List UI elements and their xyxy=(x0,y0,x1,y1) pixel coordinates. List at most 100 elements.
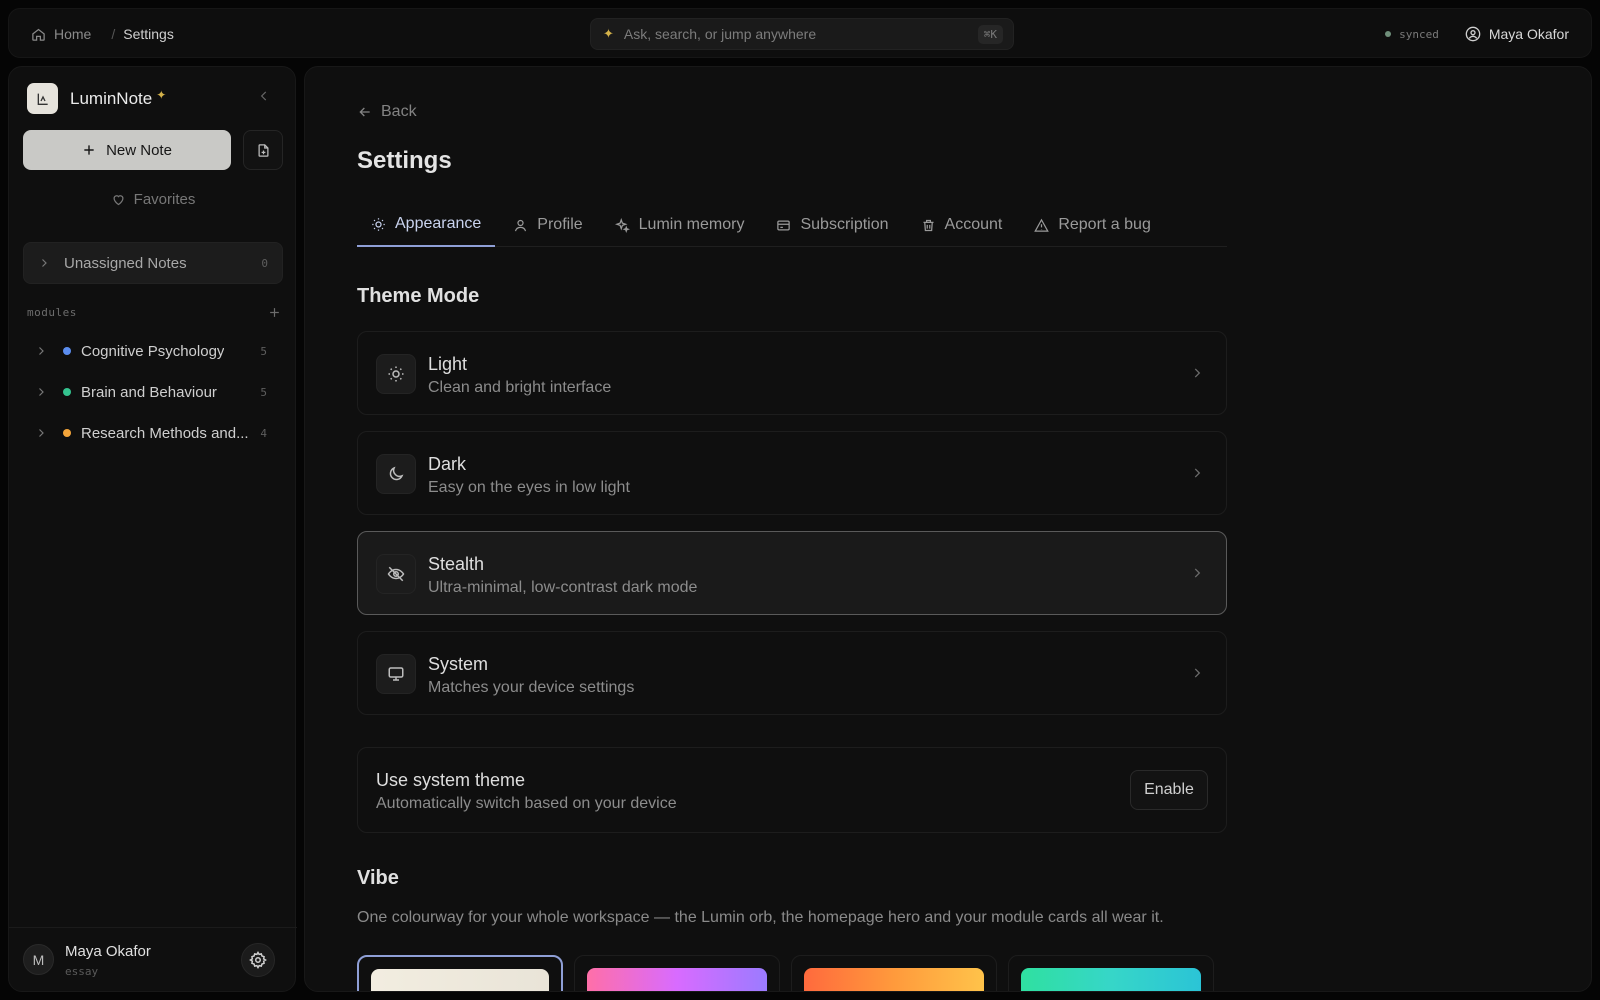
theme-option-system[interactable]: System Matches your device settings xyxy=(357,631,1227,715)
theme-option-title: Light xyxy=(428,354,468,374)
vibe-swatch[interactable] xyxy=(357,955,563,991)
footer-user-name: Maya Okafor xyxy=(65,943,151,960)
footer-user-subtitle: essay xyxy=(65,965,99,978)
unassigned-count: 0 xyxy=(261,256,268,270)
settings-tabs: Appearance Profile Lumin memory Subscrip… xyxy=(357,203,1227,247)
collapse-sidebar-icon[interactable] xyxy=(257,89,271,103)
tab-label: Report a bug xyxy=(1058,216,1151,233)
theme-option-stealth[interactable]: Stealth Ultra-minimal, low-contrast dark… xyxy=(357,531,1227,615)
home-icon[interactable] xyxy=(31,27,46,42)
chevron-right-icon xyxy=(1190,466,1204,480)
theme-option-title: System xyxy=(428,654,489,674)
tab-account[interactable]: Account xyxy=(907,203,1017,247)
favorites-link[interactable]: Favorites xyxy=(9,187,297,211)
sidebar-item-module[interactable]: Cognitive Psychology 5 xyxy=(35,337,275,365)
plus-icon xyxy=(84,145,94,155)
system-theme-title: Use system theme xyxy=(376,770,526,790)
module-count: 5 xyxy=(260,344,267,358)
sidebar-footer: M Maya Okafor essay xyxy=(9,927,297,993)
module-color-dot xyxy=(63,388,71,396)
file-plus-icon xyxy=(258,143,268,157)
module-name: Research Methods and... xyxy=(81,424,249,442)
vibe-title: Vibe xyxy=(357,867,399,889)
sun-icon xyxy=(372,217,385,231)
app-logo-icon xyxy=(27,83,58,114)
gear-icon xyxy=(249,951,267,969)
sidebar-item-module[interactable]: Brain and Behaviour 5 xyxy=(35,378,275,406)
system-theme-desc: Automatically switch based on your devic… xyxy=(376,795,677,812)
vibe-gradient xyxy=(371,969,549,991)
tab-lumin-memory[interactable]: Lumin memory xyxy=(601,203,759,247)
vibe-gradient xyxy=(804,968,984,991)
chevron-right-icon[interactable] xyxy=(35,427,47,439)
star-icon: ✦ xyxy=(156,87,167,102)
modules-heading-label: modules xyxy=(27,306,77,319)
sidebar-item-unassigned-notes[interactable]: Unassigned Notes 0 xyxy=(23,242,283,284)
heart-icon xyxy=(113,194,124,205)
sparkle-icon: ✦ xyxy=(603,26,614,41)
tab-subscription[interactable]: Subscription xyxy=(762,203,902,247)
theme-option-light[interactable]: Light Clean and bright interface xyxy=(357,331,1227,415)
module-count: 5 xyxy=(260,385,267,399)
chevron-right-icon[interactable] xyxy=(35,386,47,398)
search-input[interactable]: ✦ Ask, search, or jump anywhere ⌘K xyxy=(590,18,1014,50)
sidebar-item-module[interactable]: Research Methods and... 4 xyxy=(35,419,275,447)
add-module-icon[interactable] xyxy=(268,306,281,319)
vibe-gradient xyxy=(587,968,767,991)
theme-mode-title: Theme Mode xyxy=(357,285,480,307)
tab-report-bug[interactable]: Report a bug xyxy=(1020,203,1165,247)
modules-heading: modules xyxy=(27,306,281,319)
theme-option-desc: Ultra-minimal, low-contrast dark mode xyxy=(428,579,698,596)
monitor-icon xyxy=(376,654,416,694)
vibe-swatch[interactable] xyxy=(791,955,997,991)
search-shortcut: ⌘K xyxy=(977,24,1003,44)
tab-label: Subscription xyxy=(800,216,889,233)
theme-option-dark[interactable]: Dark Easy on the eyes in low light xyxy=(357,431,1227,515)
tab-profile[interactable]: Profile xyxy=(499,203,596,247)
top-bar: Home / Settings ✦ Ask, search, or jump a… xyxy=(8,8,1592,58)
theme-option-title: Stealth xyxy=(428,554,485,574)
breadcrumb-separator: / xyxy=(111,26,116,42)
new-note-label: New Note xyxy=(106,141,172,159)
user-menu-button[interactable]: Maya Okafor xyxy=(1465,26,1569,42)
user-circle-icon xyxy=(1465,26,1481,42)
module-color-dot xyxy=(63,347,71,355)
system-theme-card: Use system theme Automatically switch ba… xyxy=(357,747,1227,833)
tab-label: Appearance xyxy=(395,215,482,232)
vibe-swatch[interactable] xyxy=(1008,955,1214,991)
chevron-right-icon xyxy=(1190,666,1204,680)
sparkles-icon xyxy=(614,217,630,233)
breadcrumb-home[interactable]: Home xyxy=(54,26,91,42)
eye-off-icon xyxy=(376,554,416,594)
tab-label: Account xyxy=(944,216,1003,233)
page-title: Settings xyxy=(357,147,452,174)
theme-option-title: Dark xyxy=(428,454,467,474)
settings-button[interactable] xyxy=(241,943,275,977)
sync-status: synced xyxy=(1385,28,1439,41)
tab-appearance[interactable]: Appearance xyxy=(357,203,496,247)
tab-label: Lumin memory xyxy=(638,216,745,233)
trash-icon xyxy=(923,219,934,231)
favorites-label: Favorites xyxy=(133,190,196,208)
module-name: Brain and Behaviour xyxy=(81,383,217,401)
theme-option-desc: Matches your device settings xyxy=(428,679,635,696)
chevron-right-icon xyxy=(1190,566,1204,580)
user-icon xyxy=(515,219,527,231)
avatar[interactable]: M xyxy=(23,944,54,975)
vibe-swatch[interactable] xyxy=(574,955,780,991)
enable-system-theme-button[interactable]: Enable xyxy=(1130,770,1208,810)
sun-icon xyxy=(376,354,416,394)
user-name: Maya Okafor xyxy=(1488,26,1569,42)
breadcrumb: Home / Settings xyxy=(31,9,174,59)
moon-icon xyxy=(376,454,416,494)
credit-card-icon xyxy=(777,220,791,230)
module-color-dot xyxy=(63,429,71,437)
new-note-button[interactable]: New Note xyxy=(23,130,231,170)
back-button[interactable]: Back xyxy=(357,103,417,121)
breadcrumb-settings[interactable]: Settings xyxy=(123,26,174,42)
tab-label: Profile xyxy=(537,216,583,233)
import-file-button[interactable] xyxy=(243,130,283,170)
arrow-left-icon xyxy=(359,107,370,117)
chevron-right-icon[interactable] xyxy=(35,345,47,357)
chevron-right-icon xyxy=(42,259,47,267)
